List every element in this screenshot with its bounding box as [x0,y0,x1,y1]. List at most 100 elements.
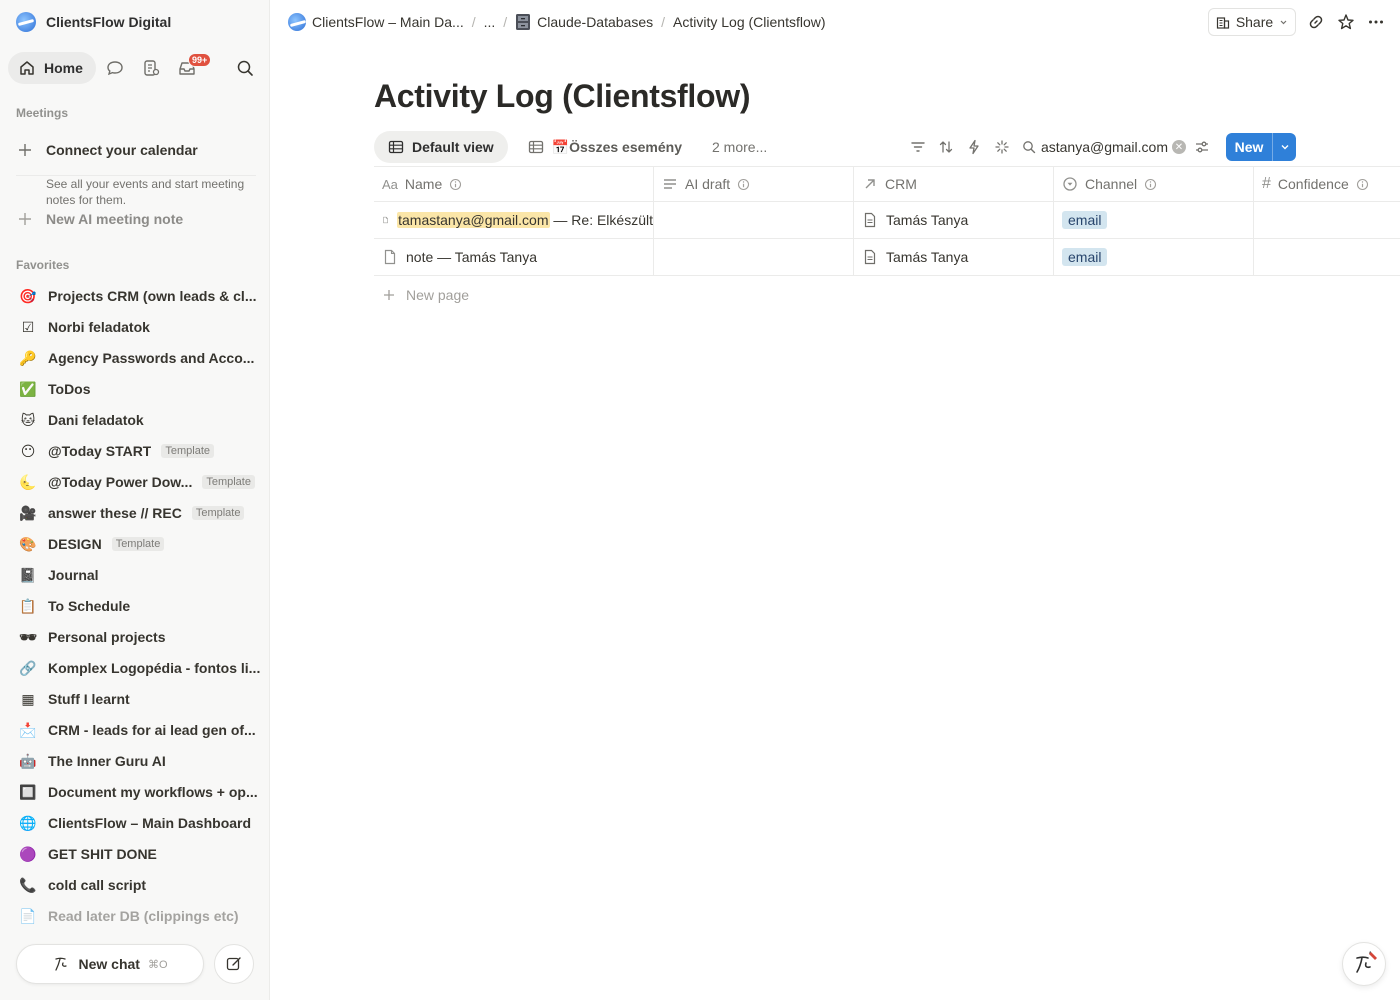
meetings-nav-button[interactable] [134,52,168,84]
name-cell[interactable]: tamastanya@gmail.com — Re: Elkészült [374,202,654,238]
favorite-item[interactable]: 📋 To Schedule [8,591,262,621]
breadcrumb-dashboard-label: ClientsFlow – Main Da... [312,14,464,30]
database-search-input[interactable]: tamastanya@gmail.com [1040,139,1168,155]
favorite-item-label: Komplex Logopédia - fontos li... [48,660,261,676]
favorite-item-label: answer these // REC [48,505,182,521]
crm-cell[interactable]: Tamás Tanya [854,202,1054,238]
page-emoji-icon: 🐱 [20,411,36,428]
channel-cell[interactable]: email [1054,202,1254,238]
confidence-cell[interactable] [1254,239,1400,275]
breadcrumb-item-current[interactable]: Activity Log (Clientsflow) [673,14,826,30]
favorite-item[interactable]: 🌜 @Today Power Dow... Template [8,467,262,497]
tab-osszes-esemeny-label: 📅Összes esemény [551,138,682,155]
column-header-crm[interactable]: CRM [854,167,1054,201]
select-property-icon [1063,177,1077,191]
database-search[interactable]: tamastanya@gmail.com ✕ [1022,139,1188,155]
more-options-button[interactable] [1364,10,1388,34]
workspace-switcher[interactable]: ClientsFlow Digital [16,10,171,34]
favorite-item[interactable]: 🔗 Komplex Logopédia - fontos li... [8,653,262,683]
new-chat-label: New chat [78,956,140,972]
favorite-item[interactable]: 🟣 GET SHIT DONE [8,839,262,869]
copy-link-button[interactable] [1304,10,1328,34]
ai-autofill-button[interactable] [988,134,1016,160]
clear-search-icon[interactable]: ✕ [1172,140,1186,154]
favorite-item[interactable]: 🎨 DESIGN Template [8,529,262,559]
favorite-item[interactable]: 🕶 Personal projects [8,622,262,652]
new-ai-meeting-note[interactable]: New AI meeting note [16,207,183,231]
automation-button[interactable] [960,134,988,160]
favorite-item[interactable]: 🔑 Agency Passwords and Acco... [8,343,262,373]
favorite-item[interactable]: ☑ Norbi feladatok [8,312,262,342]
chat-nav-button[interactable] [98,52,132,84]
database-toolbar: tamastanya@gmail.com ✕ [904,134,1216,160]
breadcrumb-item-databases[interactable]: Claude-Databases [515,13,653,31]
home-button[interactable]: Home [8,52,96,84]
tab-osszes-esemeny[interactable]: 📅Összes esemény [514,131,696,163]
table-header: Aa Name AI draft CRM Channel # Confidenc… [374,166,1400,202]
favorite-item[interactable]: 🤖 The Inner Guru AI [8,746,262,776]
favorite-item[interactable]: 🎯 Projects CRM (own leads & cl... [8,281,262,311]
favorite-button[interactable] [1334,10,1358,34]
new-page-compose-button[interactable] [214,944,254,984]
ai-draft-cell[interactable] [654,202,854,238]
new-chat-button[interactable]: New chat ⌘O [16,944,204,984]
search-match-highlight: tamastanya@gmail.com [397,212,550,228]
favorite-item[interactable]: 🎥 answer these // REC Template [8,498,262,528]
breadcrumb-item-ellipsis[interactable]: ... [484,14,496,30]
breadcrumb-separator: / [503,14,508,30]
favorite-item[interactable]: ▦ Stuff I learnt [8,684,262,714]
more-views-button[interactable]: 2 more... [702,139,777,155]
page-emoji-icon: 📞 [19,876,37,893]
favorite-item-label: ToDos [48,381,91,397]
table-row[interactable]: note — Tamás Tanya Tamás Tanya email [374,239,1400,276]
favorite-item[interactable]: 🔲 Document my workflows + op... [8,777,262,807]
row-name-text: — Re: Elkészült [549,212,653,228]
table-row[interactable]: tamastanya@gmail.com — Re: Elkészült Tam… [374,202,1400,239]
new-page-row-button[interactable]: New page [382,283,469,307]
crm-relation-link[interactable]: Tamás Tanya [886,249,968,265]
page-title: Activity Log (Clientsflow) [374,78,751,114]
page-emoji-icon: 🎨 [19,535,37,552]
favorite-item[interactable]: 😶 @Today START Template [8,436,262,466]
tab-default-view[interactable]: Default view [374,131,508,163]
name-cell[interactable]: note — Tamás Tanya [374,239,654,275]
page-icon [864,249,876,265]
crm-cell[interactable]: Tamás Tanya [854,239,1054,275]
favorite-item[interactable]: 📄 Read later DB (clippings etc) [8,901,262,931]
favorite-item[interactable]: 📓 Journal [8,560,262,590]
page-emoji-icon: 🟣 [19,845,37,862]
column-header-name[interactable]: Aa Name [374,167,654,201]
favorite-item[interactable]: 🐱 Dani feladatok [8,405,262,435]
workspace-logo-icon [16,12,36,32]
view-settings-button[interactable] [1188,134,1216,160]
column-header-ai-draft[interactable]: AI draft [654,167,854,201]
column-header-confidence[interactable]: # Confidence [1254,167,1400,201]
favorite-item-label: To Schedule [48,598,131,614]
page-emoji-icon: 🔑 [19,349,37,366]
search-nav-button[interactable] [228,52,262,84]
template-badge: Template [202,475,255,489]
favorite-item[interactable]: 📞 cold call script [8,870,262,900]
page-emoji-icon: 😶 [20,442,36,459]
crm-relation-link[interactable]: Tamás Tanya [886,212,968,228]
share-button[interactable]: Share [1208,8,1296,36]
favorite-item[interactable]: 🌐 ClientsFlow – Main Dashboard [8,808,262,838]
sort-button[interactable] [932,134,960,160]
ai-assistant-button[interactable] [1342,942,1386,986]
page-emoji-icon: ☑ [21,318,35,335]
favorite-item[interactable]: 📩 CRM - leads for ai lead gen of... [8,715,262,745]
favorite-item[interactable]: ✅ ToDos [8,374,262,404]
chat-bubble-icon [107,61,123,76]
new-entry-button[interactable]: New [1226,133,1296,161]
inbox-nav-button[interactable]: 99+ [170,52,212,84]
filter-button[interactable] [904,134,932,160]
confidence-cell[interactable] [1254,202,1400,238]
channel-cell[interactable]: email [1054,239,1254,275]
connect-calendar[interactable]: Connect your calendar See all your event… [16,139,256,208]
page-emoji-icon: 🔲 [19,783,37,800]
column-header-channel[interactable]: Channel [1054,167,1254,201]
favorite-item-label: Journal [48,567,99,583]
new-entry-dropdown[interactable] [1272,133,1296,161]
breadcrumb-item-dashboard[interactable]: ClientsFlow – Main Da... [288,13,464,31]
ai-draft-cell[interactable] [654,239,854,275]
